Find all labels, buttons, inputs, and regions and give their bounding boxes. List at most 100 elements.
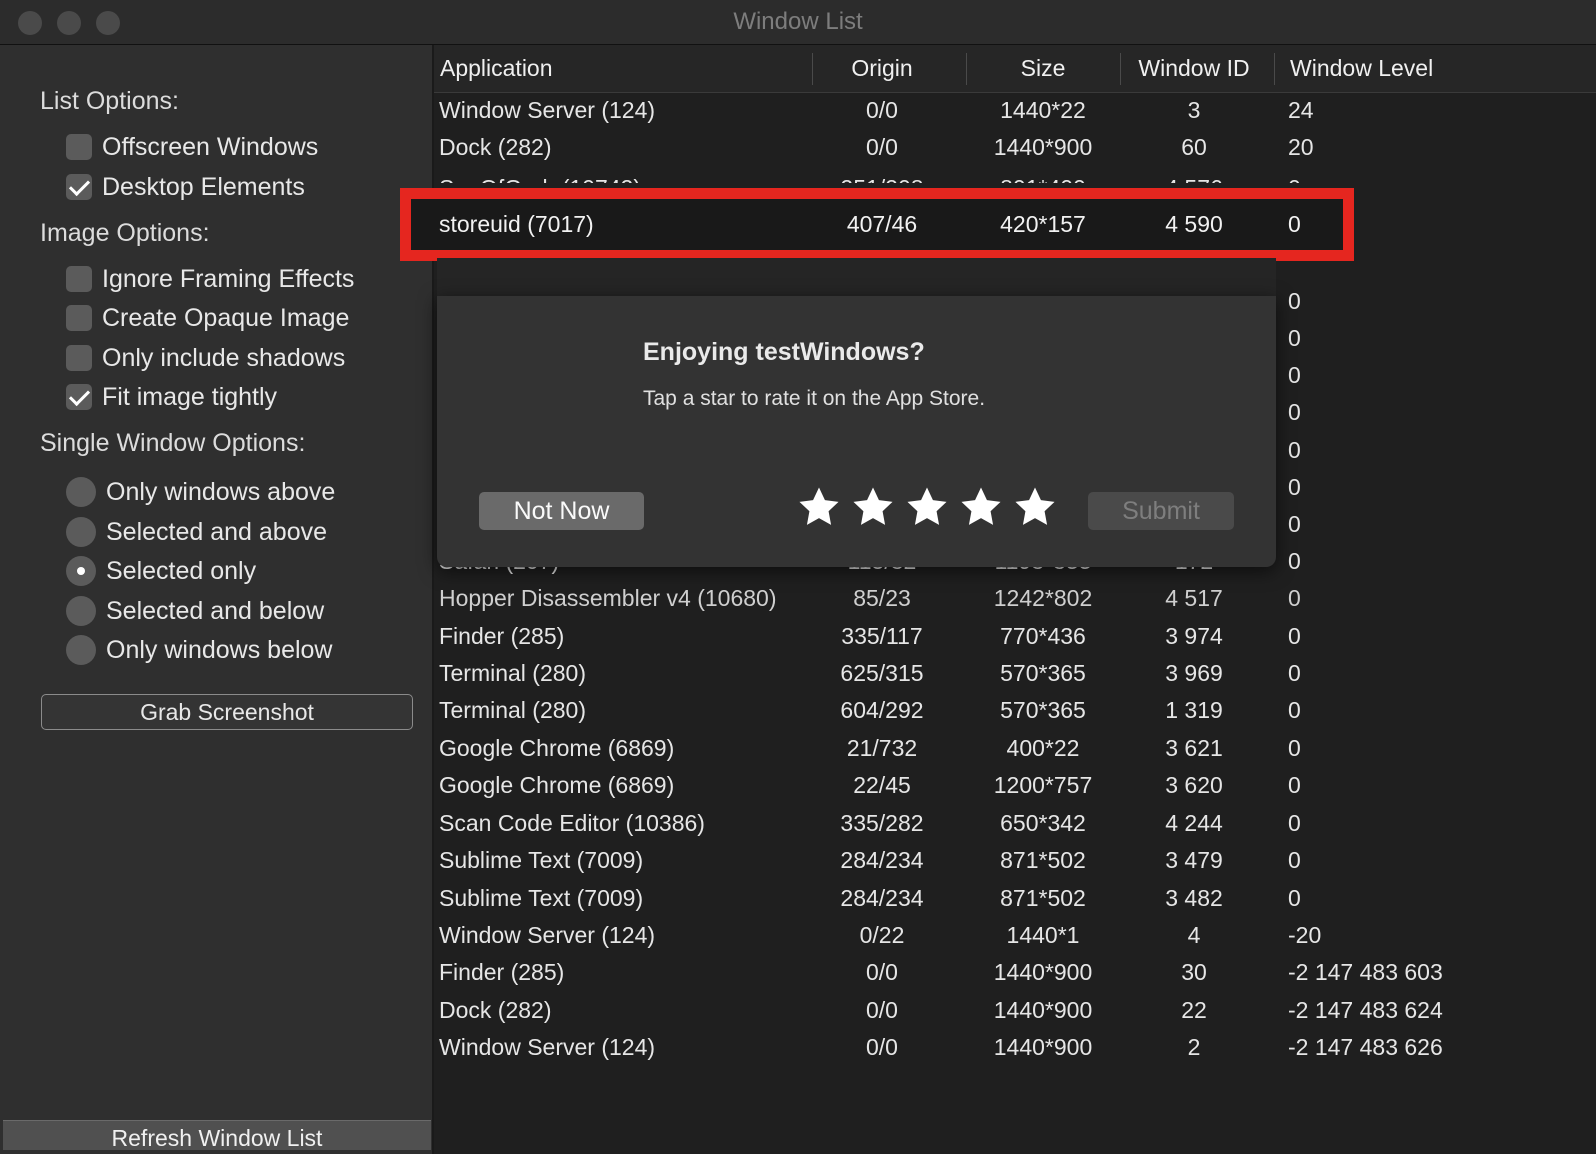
star-icon[interactable] [1008, 482, 1062, 532]
cell-window-id: 3 621 [1165, 735, 1223, 761]
table-row[interactable]: Sublime Text (7009) 284/234 871*502 3 48… [434, 879, 1596, 917]
star-icon[interactable] [954, 482, 1008, 532]
cell-window-level: 0 [1288, 288, 1301, 314]
cell-origin: 0/0 [866, 959, 898, 985]
table-header: Application Origin Size Window ID Window… [434, 45, 1596, 93]
table-row[interactable]: Google Chrome (6869) 22/45 1200*757 3 62… [434, 766, 1596, 804]
title-bar: Window List [0, 0, 1596, 45]
cell-window-level: 24 [1288, 97, 1314, 123]
table-row[interactable]: Terminal (280) 625/315 570*365 3 969 0 [434, 654, 1596, 692]
cell-window-level: 0 [1288, 697, 1301, 723]
submit-button[interactable]: Submit [1088, 492, 1234, 530]
radio-button[interactable] [66, 477, 96, 507]
cell-size: 400*22 [1006, 735, 1080, 761]
grab-screenshot-button[interactable]: Grab Screenshot [41, 694, 413, 730]
column-header-origin[interactable]: Origin [814, 53, 950, 83]
checkbox[interactable] [66, 134, 92, 160]
cell-size: 1440*1 [1006, 922, 1080, 948]
column-header-size[interactable]: Size [968, 53, 1118, 83]
table-row[interactable]: Terminal (280) 604/292 570*365 1 319 0 [434, 691, 1596, 729]
column-header-application[interactable]: Application [440, 53, 553, 83]
only-include-shadows-checkbox[interactable]: Only include shadows [66, 342, 345, 374]
cell-window-id: 4 517 [1165, 585, 1223, 611]
red-highlight-box [400, 188, 1354, 261]
cell-window-id: 3 [1187, 97, 1201, 123]
cell-origin: 335/117 [841, 623, 923, 649]
column-header-window-id[interactable]: Window ID [1124, 53, 1264, 83]
cell-size: 1200*757 [993, 772, 1093, 798]
cell-window-level: 0 [1288, 772, 1301, 798]
table-row[interactable]: Google Chrome (6869) 21/732 400*22 3 621… [434, 729, 1596, 767]
selected-only-radio[interactable]: Selected only [66, 555, 256, 587]
checkbox-label: Create Opaque Image [102, 303, 350, 332]
radio-label: Selected only [106, 556, 257, 585]
radio-label: Only windows below [106, 635, 333, 664]
offscreen-windows-checkbox[interactable]: Offscreen Windows [66, 131, 318, 163]
radio-button[interactable] [66, 596, 96, 626]
cell-origin: 21/732 [846, 735, 918, 761]
cell-window-level: 0 [1288, 810, 1301, 836]
radio-button[interactable] [66, 556, 96, 586]
ignore-framing-effects-checkbox[interactable]: Ignore Framing Effects [66, 263, 354, 295]
rating-dialog: Enjoying testWindows? Tap a star to rate… [437, 296, 1276, 567]
star-icon[interactable] [846, 482, 900, 532]
cell-size: 1440*900 [993, 1034, 1093, 1060]
star-icon[interactable] [792, 482, 846, 532]
cell-application: Hopper Disassembler v4 (10680) [439, 585, 777, 611]
cell-window-id: 3 969 [1165, 660, 1223, 686]
not-now-button[interactable]: Not Now [479, 492, 644, 530]
table-row[interactable]: Window Server (124) 0/0 1440*900 2 -2 14… [434, 1028, 1596, 1066]
cell-window-id: 4 [1187, 922, 1201, 948]
desktop-elements-checkbox[interactable]: Desktop Elements [66, 171, 305, 203]
checkbox[interactable] [66, 174, 92, 200]
cell-origin: 0/0 [866, 97, 898, 123]
cell-window-level: 0 [1288, 847, 1301, 873]
table-row[interactable]: Dock (282) 0/0 1440*900 22 -2 147 483 62… [434, 991, 1596, 1029]
table-row[interactable]: Scan Code Editor (10386) 335/282 650*342… [434, 804, 1596, 842]
cell-size: 770*436 [1000, 623, 1086, 649]
cell-application: Window Server (124) [439, 922, 656, 948]
cell-size: 1440*900 [993, 959, 1093, 985]
cell-window-level: 0 [1288, 325, 1301, 351]
table-row[interactable]: Sublime Text (7009) 284/234 871*502 3 47… [434, 841, 1596, 879]
cell-size: 1440*22 [1000, 97, 1086, 123]
cell-application: SonOfGrab (10742) [439, 169, 641, 183]
only-windows-below-radio[interactable]: Only windows below [66, 634, 333, 666]
radio-button[interactable] [66, 635, 96, 665]
cell-window-level: -20 [1288, 922, 1322, 948]
table-row[interactable]: Dock (282) 0/0 1440*900 60 20 [434, 128, 1596, 166]
column-header-window-level[interactable]: Window Level [1290, 53, 1433, 83]
cell-size: 801*400 [968, 169, 1118, 183]
table-row[interactable]: SonOfGrab (10742) 251/208 801*400 4 576 … [434, 169, 1596, 183]
cell-size: 650*342 [1000, 810, 1086, 836]
checkbox[interactable] [66, 345, 92, 371]
window-title: Window List [733, 8, 863, 35]
selected-and-above-radio[interactable]: Selected and above [66, 516, 327, 548]
cell-window-id: 2 [1187, 1034, 1201, 1060]
table-row[interactable]: Window Server (124) 0/0 1440*22 3 24 [434, 91, 1596, 129]
only-windows-above-radio[interactable]: Only windows above [66, 476, 335, 508]
table-row[interactable]: Finder (285) 335/117 770*436 3 974 0 [434, 617, 1596, 655]
checkbox[interactable] [66, 384, 92, 410]
create-opaque-image-checkbox[interactable]: Create Opaque Image [66, 302, 349, 334]
table-row[interactable]: Hopper Disassembler v4 (10680) 85/23 124… [434, 579, 1596, 617]
refresh-window-list-button[interactable]: Refresh Window List [3, 1120, 431, 1151]
checkbox-label: Only include shadows [102, 343, 346, 372]
selected-and-below-radio[interactable]: Selected and below [66, 595, 324, 627]
star-icon[interactable] [900, 482, 954, 532]
cell-window-id: 22 [1181, 997, 1207, 1023]
checkbox[interactable] [66, 305, 92, 331]
checkbox[interactable] [66, 266, 92, 292]
cell-size: 1440*900 [993, 997, 1093, 1023]
column-separator [1274, 53, 1275, 85]
cell-window-level: -2 147 483 626 [1288, 1034, 1443, 1060]
table-row[interactable]: Window Server (124) 0/22 1440*1 4 -20 [434, 916, 1596, 954]
checkbox-label: Ignore Framing Effects [102, 264, 355, 293]
table-row[interactable]: Finder (285) 0/0 1440*900 30 -2 147 483 … [434, 953, 1596, 991]
radio-button[interactable] [66, 517, 96, 547]
cell-window-id: 4 576 [1124, 169, 1264, 183]
fit-image-tightly-checkbox[interactable]: Fit image tightly [66, 381, 277, 413]
cell-origin: 0/0 [866, 134, 898, 160]
list-options-title: List Options: [40, 87, 179, 115]
cell-application: Sublime Text (7009) [439, 847, 644, 873]
